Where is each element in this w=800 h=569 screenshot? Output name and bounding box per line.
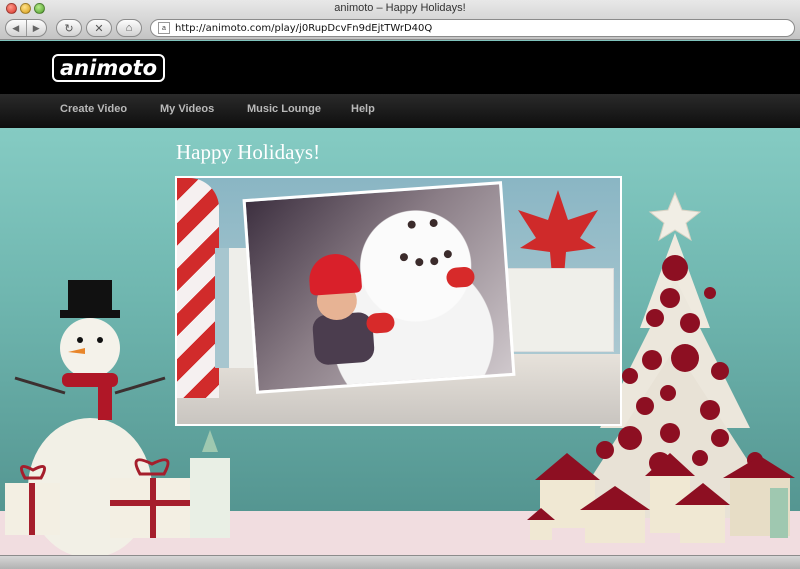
snowman-eye (429, 218, 438, 228)
snowman-eye (407, 220, 416, 229)
houses-illustration (527, 453, 795, 543)
browser-status-bar (0, 555, 800, 569)
red-mitten (365, 312, 396, 334)
video-frame-photo (242, 181, 516, 394)
red-hat (307, 252, 363, 296)
video-player[interactable] (175, 176, 622, 426)
nav-help[interactable]: Help (351, 103, 375, 115)
page-favicon-icon: a (158, 22, 170, 34)
candy-cane-decoration (177, 178, 219, 398)
child-coat (311, 311, 376, 366)
site-header: animoto (0, 41, 800, 94)
window-title: animoto – Happy Holidays! (334, 2, 466, 14)
page-title: Happy Holidays! (176, 140, 321, 164)
nav-music-lounge[interactable]: Music Lounge (247, 103, 321, 115)
gift-boxes-illustration (5, 430, 230, 538)
animoto-logo[interactable]: animoto (52, 54, 166, 82)
browser-toolbar: animoto – Happy Holidays! ◀ ▶ ↻ ✕ ⌂ a ht… (0, 0, 800, 40)
address-url[interactable]: http://animoto.com/play/j0RupDcvFn9dEjtT… (175, 23, 432, 34)
back-forward-group: ◀ ▶ (5, 19, 47, 37)
snowman-mouth (415, 257, 424, 267)
nav-my-videos[interactable]: My Videos (160, 103, 214, 115)
nav-create-video[interactable]: Create Video (60, 103, 127, 115)
home-icon[interactable]: ⌂ (116, 19, 142, 37)
stop-icon[interactable]: ✕ (86, 19, 112, 37)
forward-arrow-icon[interactable]: ▶ (25, 20, 47, 36)
back-arrow-icon[interactable]: ◀ (6, 20, 26, 36)
snowman-mouth (399, 252, 409, 262)
reload-icon[interactable]: ↻ (56, 19, 82, 37)
snowman-mouth (430, 256, 439, 266)
gift-box-decoration (506, 268, 614, 352)
site-nav: Create Video My Videos Music Lounge Help (0, 94, 800, 128)
holiday-stage: Happy Holidays! (0, 128, 800, 558)
address-bar[interactable]: a http://animoto.com/play/j0RupDcvFn9dEj… (150, 19, 795, 37)
snowman-mouth (443, 249, 453, 259)
red-mitten (445, 266, 476, 289)
